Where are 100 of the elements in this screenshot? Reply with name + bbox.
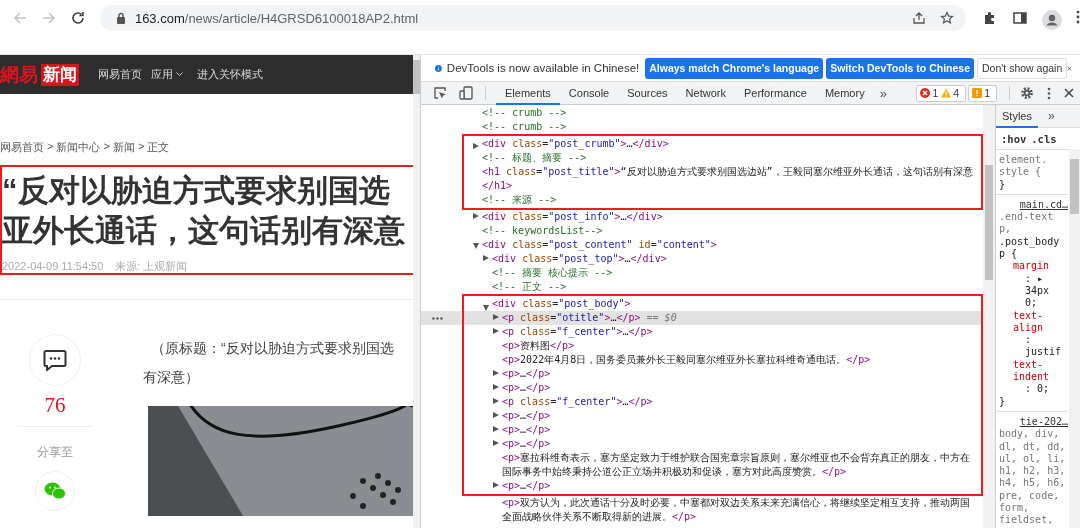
code-line[interactable]: <!-- 摘要 核心提示 --> [492, 266, 977, 280]
scrollbar[interactable] [413, 55, 420, 528]
panel-tab[interactable]: Sources [618, 81, 677, 105]
breadcrumb-link[interactable]: 新闻 [112, 140, 135, 155]
issue-icon [972, 88, 983, 98]
code-line[interactable]: <p>资料图</p> [502, 339, 977, 353]
css-selector: dl, dt, dd, [999, 440, 1067, 453]
settings-icon[interactable] [1020, 86, 1034, 100]
nav-link[interactable]: 网易首页 [98, 67, 142, 82]
close-icon[interactable] [1067, 63, 1072, 73]
stylesheet-link[interactable]: main.cd… [999, 198, 1068, 212]
expand-arrow-icon[interactable] [493, 370, 499, 376]
expand-arrow-icon[interactable] [473, 213, 479, 219]
code-line[interactable]: <div class="post_info">…</div> [482, 210, 977, 224]
scrollbar[interactable] [983, 105, 995, 528]
css-value: 0; [1024, 297, 1039, 310]
breadcrumb-link[interactable]: 网易首页 [0, 140, 44, 155]
css-selector: .end-text [999, 211, 1055, 224]
article-title: “反对以胁迫方式要求别国选 [2, 172, 391, 210]
breadcrumb-separator: > [47, 140, 54, 154]
more-tabs-button[interactable]: » [879, 85, 887, 101]
sidebar-icon[interactable] [1012, 10, 1029, 26]
scrollbar[interactable] [1069, 149, 1080, 528]
stylesheet-link[interactable]: tie-202… [999, 415, 1068, 429]
code-line[interactable]: <p>…</p> [502, 381, 977, 395]
reload-icon[interactable] [69, 10, 86, 26]
avatar-icon[interactable] [1042, 10, 1062, 30]
more-options-icon[interactable] [1047, 86, 1051, 100]
issues-counter[interactable]: 1 4 [916, 84, 967, 102]
expand-arrow-icon[interactable] [493, 412, 499, 418]
code-line[interactable]: <!-- 标题、摘要 --> [482, 151, 977, 165]
url-text[interactable]: 163.com/news/article/H4GRSD6100018AP2.html [134, 10, 419, 26]
hover-state-toggle[interactable]: :hov [1001, 132, 1027, 145]
panel-tab[interactable]: Memory [815, 81, 874, 105]
star-icon[interactable] [940, 11, 955, 25]
code-line[interactable]: <!-- crumb --> [482, 106, 977, 120]
close-icon[interactable] [1064, 88, 1074, 98]
code-line[interactable]: <p>…</p> [502, 367, 977, 381]
lock-icon[interactable] [115, 12, 126, 24]
code-line[interactable]: <!-- crumb --> [482, 120, 977, 134]
breadcrumb-link[interactable]: 正文 [147, 140, 170, 155]
ellipsis-icon[interactable] [432, 317, 443, 320]
code-line[interactable]: <!-- keywordsList--> [482, 224, 977, 238]
error-icon [920, 88, 931, 98]
panel-tab[interactable]: Performance [734, 81, 816, 105]
expand-arrow-icon[interactable] [493, 426, 499, 432]
class-toggle[interactable]: .cls [1031, 132, 1057, 145]
css-selector: pre, code, [999, 489, 1061, 502]
panel-tab[interactable]: Console [559, 81, 619, 105]
infobar-button[interactable]: Don't show again [977, 57, 1068, 79]
inspect-icon[interactable] [433, 86, 447, 100]
count-label: 1 [932, 87, 939, 99]
code-line[interactable]: <p class="f_center">…</p> [502, 395, 977, 409]
expand-arrow-icon[interactable] [473, 143, 479, 149]
expand-arrow-icon[interactable] [493, 384, 499, 390]
comment-count[interactable]: 76 [44, 393, 66, 418]
css-property: align [1012, 321, 1045, 335]
expand-arrow-icon[interactable] [483, 255, 489, 261]
css-value: : 0; [1024, 383, 1051, 396]
code-line[interactable]: <p class="f_center">…</p> [502, 325, 977, 339]
expand-arrow-icon[interactable] [493, 328, 499, 334]
code-line[interactable]: <!-- 来源 --> [482, 193, 977, 207]
infobar-button[interactable]: Always match Chrome's language [645, 57, 824, 79]
address-bar[interactable]: 163.com/news/article/H4GRSD6100018AP2.html [99, 5, 967, 31]
panel-tab[interactable]: Styles [996, 105, 1038, 128]
code-line[interactable]: <div class="post_body"> [492, 297, 977, 311]
code-line[interactable]: <p>2022年4月8日，国务委员兼外长王毅同塞尔维亚外长塞拉科维奇通电话。</p> [502, 353, 977, 367]
more-tabs-button[interactable]: » [1047, 109, 1055, 123]
expand-arrow-icon[interactable] [493, 398, 499, 404]
expand-arrow-icon[interactable] [493, 482, 499, 488]
article-text: 有深意） [143, 368, 200, 387]
panel-tab[interactable]: Network [676, 81, 735, 105]
issues-counter[interactable]: 1 [968, 84, 997, 102]
css-selector: h4, h5, h6, [999, 477, 1067, 490]
section-logo[interactable]: 新闻 [41, 63, 79, 86]
code-line[interactable]: <div class="post_crumb">…</div> [482, 137, 977, 151]
css-selector: fieldset, [999, 514, 1055, 527]
code-line[interactable]: <p>…</p> [502, 409, 977, 423]
collapse-arrow-icon[interactable] [473, 243, 479, 249]
infobar-button[interactable]: Switch DevTools to Chinese [826, 57, 975, 79]
menu-icon[interactable] [1076, 10, 1080, 24]
code-line[interactable]: <p>…</p> [502, 423, 977, 437]
css-value: 34px [1024, 284, 1051, 298]
nav-link[interactable]: 应用 [151, 67, 183, 82]
code-line[interactable]: <p>双方认为，此次通话十分及时必要，中塞都对双边关系未来充满信心，将继续坚定相互支持，推动两国全面战略伙伴关系不断取得新的进展。</p> [502, 496, 977, 524]
breadcrumb-link[interactable]: 新闻中心 [56, 140, 101, 155]
code-line[interactable]: <div class="post_content" id="content"> [482, 238, 977, 252]
code-line[interactable]: <p>…</p> [502, 437, 977, 451]
comment-icon [43, 349, 67, 371]
expand-arrow-icon[interactable] [493, 314, 499, 320]
code-line[interactable]: <h1 class="post_title">“反对以胁迫方式要求别国选边站”，王毅同塞尔维亚外长通话，这句话别有深意 </h1> [482, 165, 977, 193]
expand-arrow-icon[interactable] [493, 440, 499, 446]
code-line[interactable]: <div class="post_top">…</div> [492, 252, 977, 266]
code-line[interactable]: <p>…</p> [502, 479, 977, 493]
nav-link[interactable]: 进入关怀模式 [197, 67, 263, 82]
code-line[interactable]: <!-- 正文 --> [492, 280, 977, 294]
code-line[interactable]: <p>塞拉科维奇表示，塞方坚定致力于维护联合国宪章宗旨原则，塞尔维亚也不会背弃真正的朋友，中方在国际事务中始终秉持公道公正立场并积极劝和促谈，塞方对此高度赞赏。</p> [502, 451, 977, 479]
device-icon[interactable] [459, 86, 473, 100]
panel-tab[interactable]: Elements [496, 81, 560, 105]
share-icon[interactable] [912, 11, 927, 25]
